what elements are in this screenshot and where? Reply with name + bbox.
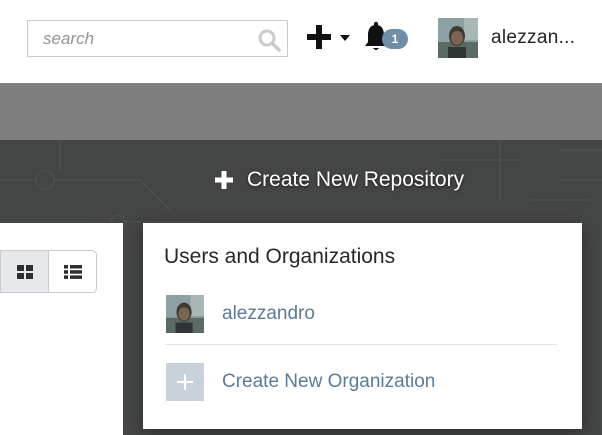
create-organization-link[interactable]: Create New Organization: [222, 371, 435, 393]
view-toggle: [0, 250, 97, 293]
user-link[interactable]: alezzandro: [222, 303, 315, 325]
top-navbar: 1 alezzan...: [0, 0, 602, 83]
list-view-button[interactable]: [49, 251, 96, 292]
grid-view-button[interactable]: [1, 251, 49, 292]
plus-icon: [307, 25, 331, 49]
search-icon[interactable]: [257, 28, 281, 52]
list-item-create-organization[interactable]: Create New Organization: [166, 363, 558, 403]
list-item-user[interactable]: alezzandro: [166, 295, 558, 335]
caret-down-icon: [340, 35, 350, 41]
list-icon: [63, 264, 82, 279]
dropdown-title: Users and Organizations: [164, 245, 396, 268]
notification-count-badge: 1: [382, 29, 408, 49]
create-repository-label: Create New Repository: [247, 168, 465, 191]
search-input[interactable]: [28, 21, 287, 56]
header-banner: [0, 83, 602, 140]
grid-icon: [16, 264, 33, 279]
username-label[interactable]: alezzan...: [491, 27, 575, 49]
user-menu[interactable]: alezzan...: [438, 18, 602, 59]
users-organizations-dropdown: Users and Organizations alezzandro Creat…: [143, 223, 582, 429]
avatar: [166, 295, 204, 333]
add-organization-icon: [166, 363, 204, 401]
create-menu-button[interactable]: [306, 24, 352, 52]
notifications-button[interactable]: 1: [364, 21, 408, 55]
divider: [165, 344, 557, 345]
search-box[interactable]: [27, 20, 288, 57]
plus-icon: [215, 171, 233, 189]
create-repository-link[interactable]: Create New Repository: [215, 166, 464, 194]
avatar[interactable]: [438, 18, 478, 58]
